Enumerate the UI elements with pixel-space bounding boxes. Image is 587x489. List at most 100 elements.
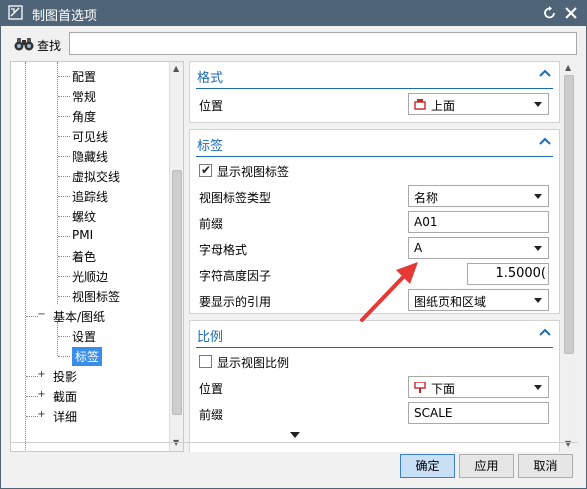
label-position-dropdown[interactable]: 上面 — [408, 93, 549, 115]
scale-prefix-input[interactable]: SCALE — [408, 402, 549, 424]
tree-item-label: 常规 — [72, 90, 97, 104]
letter-format-dropdown[interactable]: A — [408, 237, 549, 259]
tree-item-label: 可见线 — [72, 130, 109, 144]
tree-item[interactable]: 光顺边 — [11, 266, 169, 286]
show-view-scale-checkbox[interactable] — [199, 355, 212, 368]
collapse-icon[interactable] — [538, 67, 552, 79]
close-icon[interactable] — [562, 4, 580, 22]
collapse-icon[interactable] — [538, 135, 552, 147]
title-bar: 制图首选项 — [0, 0, 587, 26]
ok-button[interactable]: 确定 — [400, 454, 455, 478]
checkmark-icon: ✔ — [201, 163, 212, 177]
tree-item[interactable]: + 详细 — [11, 406, 169, 426]
prefix-input[interactable]: A01 — [408, 211, 549, 233]
search-label: 查找 — [37, 39, 62, 53]
tree-connector — [58, 216, 70, 217]
window-title: 制图首选项 — [32, 9, 98, 24]
tree-item[interactable]: 着色 — [11, 246, 169, 266]
tree-connector — [58, 236, 70, 237]
tree-item-label: 截面 — [53, 390, 78, 404]
char-height-factor-label: 字符高度因子 — [199, 269, 272, 283]
tree-connector — [58, 336, 70, 337]
tree-connector — [58, 256, 70, 257]
scroll-up-icon[interactable]: ▲ — [173, 64, 179, 73]
category-tree[interactable]: 配置 常规 角度 可见线 隐藏线 虚拟交线 追踪线 螺纹 PMI 着色 光顺边 视图标签 − 基本/图纸设… — [10, 61, 184, 452]
scroll-down-icon[interactable]: ▼ — [565, 439, 571, 448]
tree-item-label: 追踪线 — [72, 190, 109, 204]
tree-connector — [58, 76, 70, 77]
drafting-app-icon — [8, 5, 23, 20]
reference-dropdown[interactable]: 图纸页和区域 — [408, 289, 549, 311]
label-type-label: 视图标签类型 — [199, 191, 272, 205]
settings-scrollbar[interactable]: ▲ ▼ — [562, 61, 577, 452]
chevron-down-icon — [534, 298, 542, 303]
tree-item-label: 基本/图纸 — [53, 310, 106, 324]
reference-label: 要显示的引用 — [199, 295, 272, 309]
tree-item[interactable]: PMI — [11, 226, 169, 246]
tree-item[interactable]: 螺纹 — [11, 206, 169, 226]
tree-item-label: 标签 — [72, 347, 103, 366]
section-title: 比例 — [197, 330, 224, 345]
expand-icon[interactable]: + — [37, 370, 46, 380]
section-divider — [196, 156, 553, 157]
tree-item[interactable]: 虚拟交线 — [11, 166, 169, 186]
dropdown-value: A — [414, 241, 423, 255]
input-value: SCALE — [414, 406, 453, 420]
expand-icon[interactable]: + — [37, 390, 46, 400]
tree-item-label: 角度 — [72, 110, 97, 124]
tree-item[interactable]: 追踪线 — [11, 186, 169, 206]
tree-item[interactable]: 可见线 — [11, 126, 169, 146]
tree-item[interactable]: + 投影 — [11, 366, 169, 386]
prefix-label: 前缀 — [199, 217, 224, 231]
scale-position-dropdown[interactable]: 下面 — [408, 376, 549, 398]
footer-divider — [10, 442, 578, 443]
reset-icon[interactable] — [541, 4, 559, 22]
tree-item[interactable]: + 截面 — [11, 386, 169, 406]
tree-item-label: 螺纹 — [72, 210, 97, 224]
position-label: 位置 — [199, 99, 224, 113]
tree-scroll-thumb[interactable] — [172, 170, 182, 415]
show-view-label-checkbox[interactable]: ✔ — [199, 163, 212, 177]
settings-scroll-thumb[interactable] — [564, 75, 574, 354]
apply-button[interactable]: 应用 — [459, 454, 514, 478]
binoculars-icon — [14, 38, 34, 51]
cancel-button[interactable]: 取消 — [518, 454, 573, 478]
dropdown-value: 下面 — [431, 382, 456, 396]
tree-item[interactable]: 隐藏线 — [11, 146, 169, 166]
tree-item[interactable]: − 基本/图纸 — [11, 306, 169, 326]
label-section-header[interactable]: 标签 — [190, 130, 559, 156]
tree-item-label: 光顺边 — [72, 270, 109, 284]
annotation-arrow-icon — [360, 262, 418, 322]
search-input[interactable] — [69, 32, 577, 55]
tree-item[interactable]: 视图标签 — [11, 286, 169, 306]
tree-connector — [58, 176, 70, 177]
scale-prefix-label: 前缀 — [199, 408, 224, 422]
collapse-icon[interactable] — [538, 326, 552, 338]
expand-more-icon[interactable] — [290, 432, 300, 438]
scroll-up-icon[interactable]: ▲ — [565, 63, 571, 72]
char-height-factor-input[interactable]: 1.5000( — [467, 263, 549, 285]
tree-item[interactable]: 设置 — [11, 326, 169, 346]
format-section-header[interactable]: 格式 — [190, 62, 559, 88]
tree-item[interactable]: 标签 — [11, 346, 169, 366]
tree-item-label: 配置 — [72, 70, 97, 84]
tree-item[interactable]: 常规 — [11, 86, 169, 106]
tree-item-label: 视图标签 — [72, 290, 121, 304]
tree-item[interactable]: 角度 — [11, 106, 169, 126]
dialog-body: 查找 配置常规角度可见线隐藏线 虚拟交线追踪线螺纹 PMI 着色光顺边视图标签 − 基本/… — [0, 26, 587, 489]
letter-format-label: 字母格式 — [199, 243, 248, 257]
show-view-scale-text: 显示视图比例 — [217, 356, 290, 370]
tree-scrollbar[interactable]: ▲ ▼ — [169, 62, 183, 451]
tree-connector — [58, 196, 70, 197]
expand-icon[interactable]: + — [37, 410, 46, 420]
input-value: A01 — [414, 215, 438, 229]
tree-connector — [58, 96, 70, 97]
tree-item[interactable]: 配置 — [11, 66, 169, 86]
chevron-down-icon — [534, 194, 542, 199]
label-type-dropdown[interactable]: 名称 — [408, 185, 549, 207]
tree-item-label: 详细 — [53, 410, 78, 424]
tree-item-label: PMI — [72, 228, 94, 242]
collapse-tree-icon[interactable]: − — [37, 310, 46, 320]
section-title: 格式 — [197, 71, 224, 86]
section-divider — [196, 88, 553, 89]
